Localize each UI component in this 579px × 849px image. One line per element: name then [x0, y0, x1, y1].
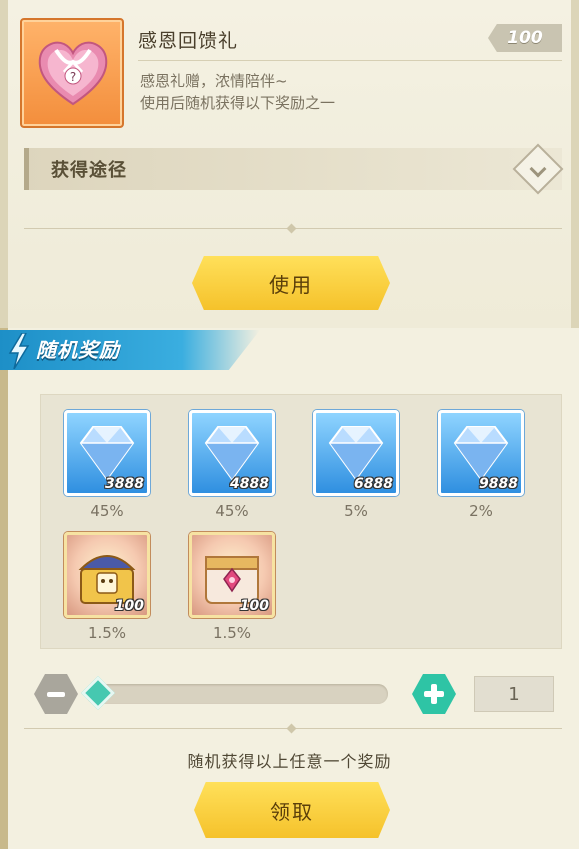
- reward-chance: 5%: [344, 502, 368, 520]
- lightning-icon: [8, 333, 30, 369]
- reward-frame: 9888: [438, 410, 524, 496]
- item-icon-frame: ?: [20, 18, 124, 128]
- reward-item[interactable]: 3888 45%: [64, 410, 154, 520]
- claim-button[interactable]: 领取: [194, 782, 390, 838]
- reward-frame: 4888: [189, 410, 275, 496]
- reward-qty: 3888: [105, 476, 144, 492]
- footer-note: 随机获得以上任意一个奖励: [187, 752, 392, 771]
- reward-chance: 2%: [469, 502, 493, 520]
- quantity-slider[interactable]: [86, 684, 388, 704]
- item-name: 感恩回馈礼: [138, 30, 239, 52]
- reward-item[interactable]: 4888 45%: [189, 410, 279, 520]
- svg-text:?: ?: [70, 70, 76, 84]
- heart-gift-box-icon: ?: [38, 41, 108, 106]
- item-count-badge: 100: [488, 24, 562, 52]
- item-description: 感恩礼赠，浓情陪伴~ 使用后随机获得以下奖励之一: [140, 70, 335, 114]
- reward-item[interactable]: 100 1.5%: [64, 532, 154, 642]
- item-desc-line-2: 使用后随机获得以下奖励之一: [140, 94, 336, 112]
- reward-qty: 6888: [354, 476, 393, 492]
- reward-chance: 45%: [215, 502, 249, 520]
- reward-chance: 1.5%: [212, 624, 252, 642]
- reward-chance: 45%: [90, 502, 124, 520]
- reward-item[interactable]: 6888 5%: [313, 410, 403, 520]
- quantity-field[interactable]: 1: [474, 676, 554, 712]
- reward-qty: 4888: [230, 476, 269, 492]
- source-label: 获得途径: [51, 160, 127, 181]
- section-title: 随机奖励: [36, 338, 120, 362]
- minus-icon: [47, 691, 65, 697]
- reward-qty: 9888: [479, 476, 518, 492]
- reward-qty: 100: [114, 598, 144, 614]
- source-accent: [24, 148, 29, 190]
- plus-icon: [424, 684, 444, 704]
- reward-frame: 100: [189, 532, 275, 618]
- item-desc-line-1: 感恩礼赠，浓情陪伴~: [140, 72, 288, 90]
- reward-frame: 100: [64, 532, 150, 618]
- reward-item[interactable]: 9888 2%: [438, 410, 528, 520]
- use-button[interactable]: 使用: [192, 256, 390, 310]
- reward-chance: 1.5%: [87, 624, 127, 642]
- source-bar[interactable]: 获得途径: [24, 148, 562, 190]
- reward-item[interactable]: 100 1.5%: [189, 532, 279, 642]
- reward-qty: 100: [239, 598, 269, 614]
- reward-frame: 3888: [64, 410, 150, 496]
- name-divider: [138, 60, 562, 61]
- reward-frame: 6888: [313, 410, 399, 496]
